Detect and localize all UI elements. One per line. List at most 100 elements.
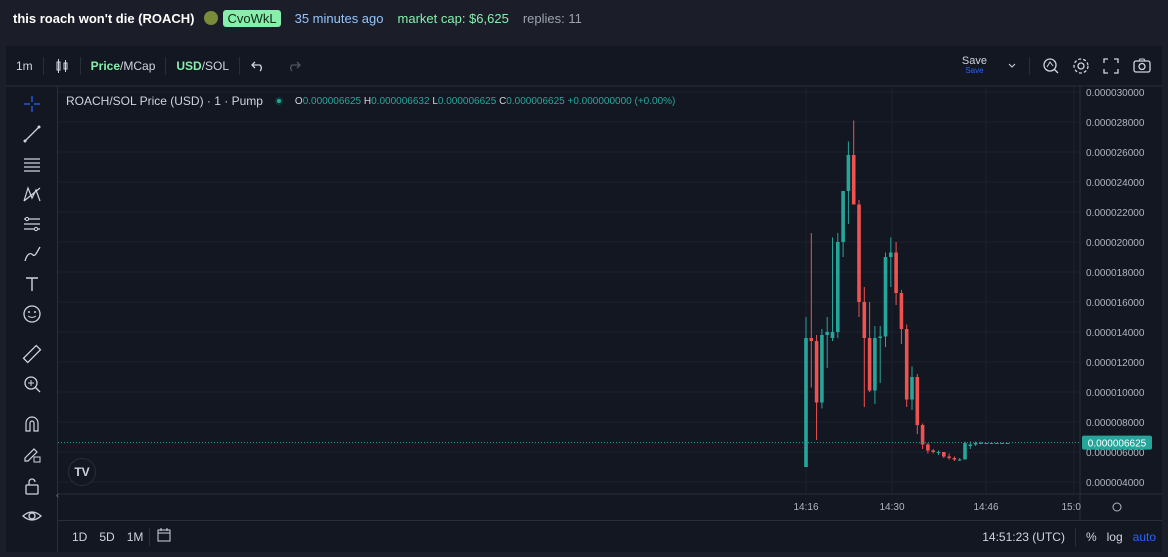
close-value: 0.000006625 [506,95,565,107]
ohlc-values: O0.000006625 H0.000006632 L0.000006625 C… [295,96,675,107]
candle-body [814,341,819,403]
symbol-title: ROACH/SOL Price (USD) · 1 · Pump [66,94,263,108]
redo-icon [290,61,301,72]
y-tick-label: 0.000020000 [1086,238,1145,249]
zoom-in-icon [24,376,41,393]
undo-button[interactable] [240,46,276,86]
utc-clock[interactable]: 14:51:23 (UTC) [982,530,1065,544]
pattern-tool[interactable] [20,182,44,206]
token-header: this roach won't die (ROACH) CvoWkL 35 m… [0,0,1168,36]
zoom-tool[interactable] [20,372,44,396]
undo-icon [251,61,263,72]
usd-option: USD [176,59,202,73]
magnet-tool[interactable] [20,412,44,436]
projection-icon [24,216,40,232]
brush-tool[interactable] [20,242,44,266]
contract-badge[interactable]: CvoWkL [223,9,281,27]
coin-image-icon [204,11,219,25]
candle-body [910,377,914,400]
last-price-label: 0.000006625 [1088,439,1147,450]
market-status-icon [274,97,283,105]
currency-toggle[interactable]: USD/SOL [166,46,239,86]
y-tick-label: 0.000004000 [1086,478,1145,489]
drawing-toolbar [6,86,58,552]
indicators-icon[interactable] [1042,57,1060,75]
y-tick-label: 0.000014000 [1086,328,1145,339]
emoji-tool[interactable] [20,302,44,326]
candle-body [926,444,930,451]
candles-icon [56,59,68,73]
crosshair-icon [24,96,40,112]
y-tick-label: 0.000010000 [1086,388,1145,399]
pencil-lock-icon [24,448,41,463]
y-tick-label: 0.000030000 [1086,88,1145,99]
price-mcap-toggle[interactable]: Price/MCap [81,46,166,86]
candle-body [836,242,840,332]
measure-tool[interactable] [20,342,44,366]
candle-body [936,452,941,453]
horizontal-lines-icon [24,158,40,172]
price-chart[interactable]: 0.000030000 0.000028000 0.000026000 0.00002… [6,46,1162,552]
range-1m[interactable]: 1M [121,530,150,544]
high-value: 0.000006632 [371,95,430,107]
goto-date-button[interactable] [150,527,178,546]
chart-legend: ROACH/SOL Price (USD) · 1 · Pump O 0.0000… [66,92,675,110]
eye-icon [22,511,42,521]
fib-tool[interactable] [20,152,44,176]
price-option: Price [90,59,121,73]
tradingview-logo[interactable]: TV [68,458,96,486]
lock-drawings-tool[interactable] [20,442,44,466]
visibility-tool[interactable] [20,504,44,528]
trend-line-tool[interactable] [20,122,44,146]
candle-body [862,302,867,338]
chart-type-button[interactable] [44,46,80,86]
calendar-icon [157,528,171,542]
y-tick-label: 0.000024000 [1086,178,1145,189]
projection-tool[interactable] [20,212,44,236]
candle-body [841,191,845,242]
divider [1074,528,1076,546]
lock-tool[interactable] [20,474,44,498]
chart-toolbar: 1m Price/MCap USD/SOL Save Save [6,46,1162,86]
market-cap: market cap: $6,625 [397,10,509,26]
camera-icon[interactable] [1132,57,1152,75]
candle-body [873,338,877,391]
x-tick-label: 14:46 [973,502,998,513]
collapse-toolbar-button[interactable]: ‹ [56,490,62,510]
redo-button[interactable] [276,46,312,86]
interval-button[interactable]: 1m [6,46,43,86]
open-label: O [294,95,303,107]
y-tick-label: 0.000028000 [1086,118,1145,129]
log-toggle[interactable]: log [1107,530,1123,544]
text-tool[interactable] [20,272,44,296]
range-1d[interactable]: 1D [66,530,93,544]
unlock-icon [25,478,39,495]
candle-body [1005,443,1010,444]
divider [1029,57,1030,75]
range-5d[interactable]: 5D [93,530,120,544]
percent-toggle[interactable]: % [1086,530,1097,544]
sol-option: /SOL [201,59,230,73]
candle-body [830,332,835,338]
y-tick-label: 0.000008000 [1086,418,1145,429]
auto-toggle[interactable]: auto [1133,530,1156,544]
candle-body [878,336,882,338]
candle-body [894,252,898,293]
y-tick-label: 0.000012000 [1086,358,1145,369]
candle-body [963,443,967,460]
y-tick-label: 0.000018000 [1086,268,1145,279]
candle-body [883,257,888,337]
ruler-icon [22,344,42,364]
gear-icon[interactable] [1072,57,1090,75]
crosshair-tool[interactable] [20,92,44,116]
fullscreen-icon[interactable] [1102,57,1120,75]
coin-name: this roach won't die (ROACH) [13,10,195,26]
y-tick-label: 0.000006000 [1086,448,1145,459]
x-tick-label: 14:30 [879,502,904,513]
candle-body [1000,443,1004,444]
candle-body [899,293,904,329]
chevron-down-icon[interactable] [1007,61,1017,71]
x-tick-label: 14:16 [793,502,818,513]
candle-body [820,335,824,403]
save-button[interactable]: Save Save [962,56,987,76]
